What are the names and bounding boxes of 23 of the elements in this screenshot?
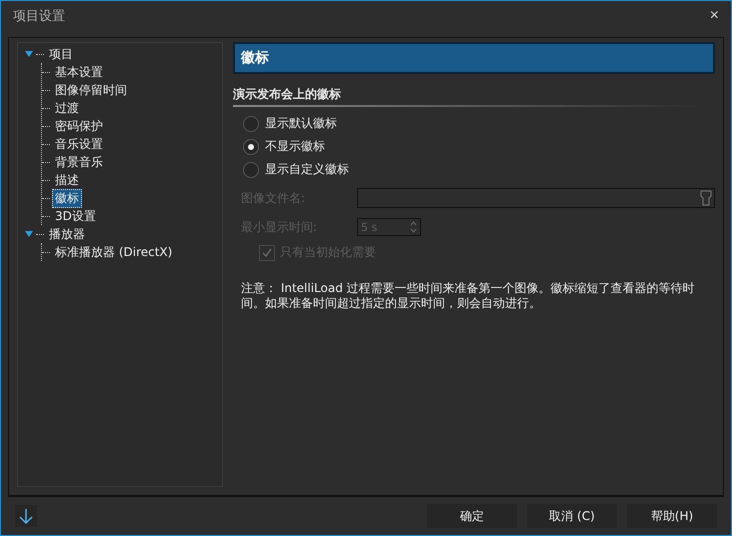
dialog-button[interactable]: 确定 — [427, 504, 517, 528]
tree-item[interactable]: 播放器 — [46, 224, 88, 244]
dialog-button[interactable]: 帮助(H) — [627, 504, 717, 528]
tree-item[interactable]: 音乐设置 — [52, 134, 106, 154]
section-heading: 演示发布会上的徽标 — [233, 86, 701, 107]
tree-item[interactable]: 图像停留时间 — [52, 80, 130, 100]
note-text: 注意： IntelliLoad 过程需要一些时间来准备第一个图像。徽标缩短了查看器的等待时间。如果准备时间超过指定的显示时间，则会自动进行。 — [241, 281, 696, 311]
expand-arrow-icon[interactable] — [25, 231, 33, 237]
tree-item[interactable]: 背景音乐 — [52, 152, 106, 172]
check-icon — [262, 248, 272, 258]
tree-item[interactable]: 基本设置 — [52, 62, 106, 82]
tree-item[interactable]: 密码保护 — [52, 116, 106, 136]
close-button[interactable]: × — [708, 7, 721, 25]
tree-item[interactable]: 标准播放器 (DirectX) — [52, 242, 176, 262]
panel-header: 徽标 — [233, 42, 715, 74]
expand-arrow-icon[interactable] — [25, 51, 33, 57]
window-title: 项目设置 — [13, 8, 65, 25]
tree-item[interactable]: 3D设置 — [52, 206, 99, 226]
tree-item[interactable]: 过渡 — [52, 98, 82, 118]
tree-item[interactable]: 项目 — [46, 44, 76, 64]
dialog-button[interactable]: 取消 (C) — [527, 504, 617, 528]
tree-item[interactable]: 徽标 — [52, 188, 82, 208]
tree-item[interactable]: 描述 — [52, 170, 82, 190]
